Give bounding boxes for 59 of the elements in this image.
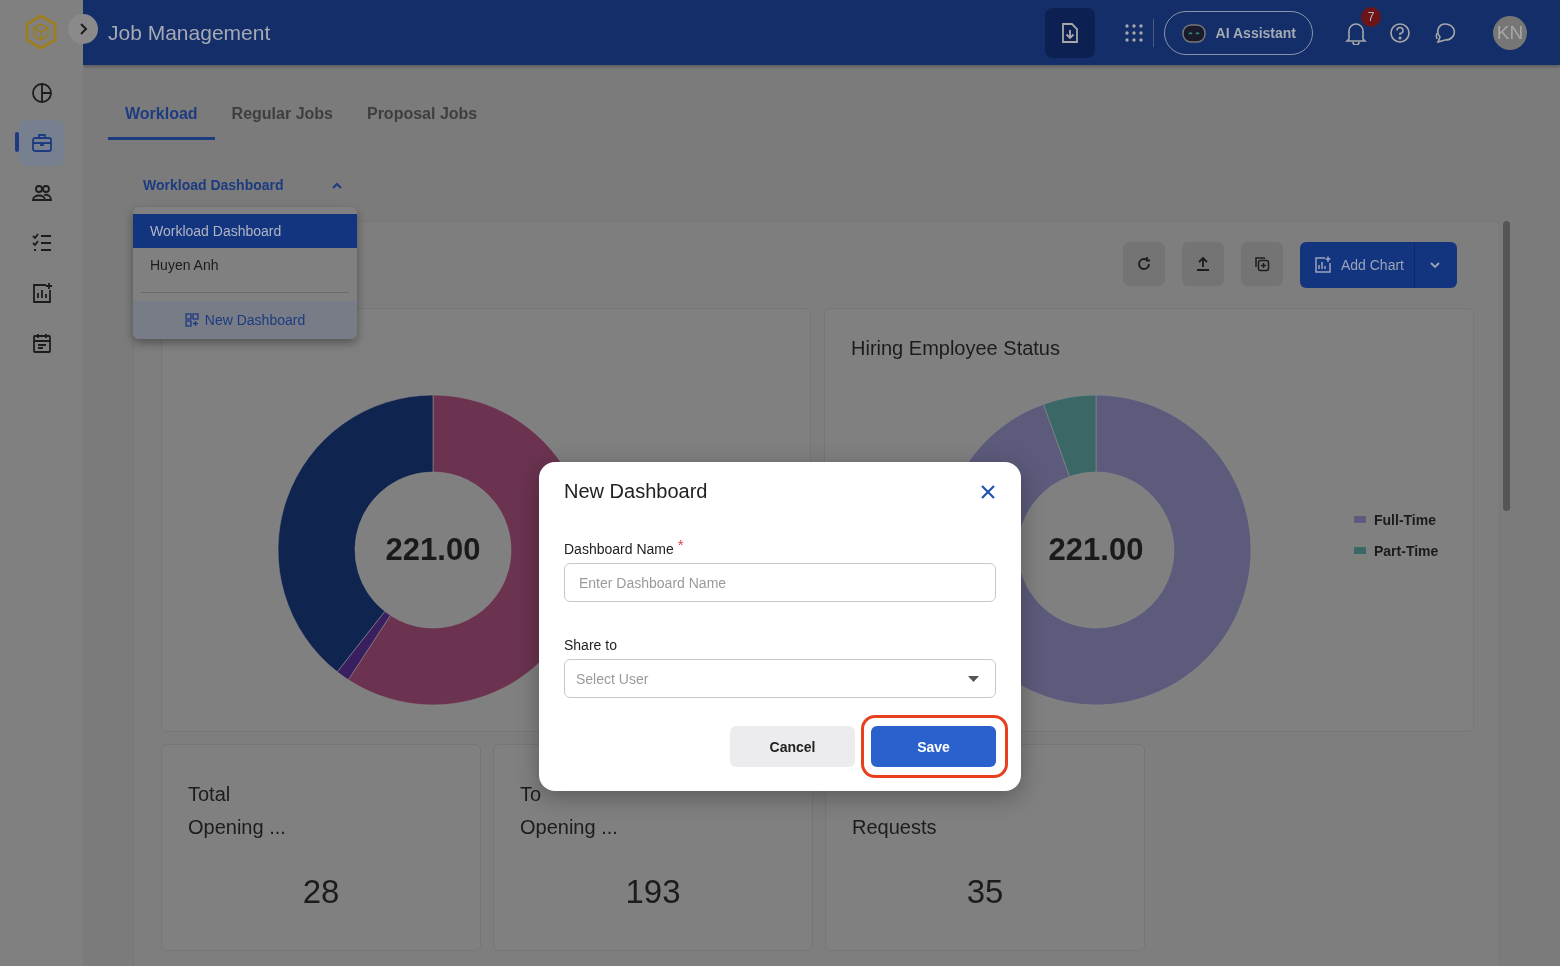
- dialog-title: New Dashboard: [564, 480, 708, 503]
- notification-badge: 7: [1361, 6, 1381, 27]
- add-grid-icon: [184, 313, 199, 327]
- required-mark: *: [677, 536, 684, 553]
- stat-title: To: [520, 782, 543, 806]
- stat-title: Opening ...: [520, 815, 619, 839]
- add-chart-icon: [1313, 256, 1332, 274]
- donut-total: 221.00: [385, 532, 481, 568]
- bell-icon[interactable]: [1345, 20, 1367, 45]
- dashboard-select[interactable]: Workload Dashboard: [143, 173, 343, 197]
- chevron-up-icon: [331, 181, 343, 189]
- close-icon[interactable]: [980, 483, 996, 500]
- refresh-button[interactable]: [1122, 242, 1165, 286]
- tab[interactable]: Regular Jobs: [214, 87, 350, 140]
- chevron-right-icon: [78, 23, 88, 35]
- copy-plus-icon: [1252, 255, 1271, 273]
- app-title: Job Management: [108, 20, 271, 45]
- stat-title: Opening ...: [188, 815, 287, 839]
- add-chart-button[interactable]: Add Chart: [1299, 242, 1457, 288]
- calendar-icon: [30, 332, 53, 354]
- cancel-button[interactable]: Cancel: [730, 726, 855, 767]
- stat-value: 35: [966, 873, 1004, 911]
- briefcase-icon: [30, 132, 53, 154]
- stat-value: 193: [625, 873, 681, 911]
- people-icon: [30, 182, 53, 204]
- download-button[interactable]: [1044, 7, 1095, 58]
- scrollbar[interactable]: [1503, 221, 1510, 511]
- refresh-icon: [1135, 256, 1152, 272]
- chart-title: Hiring Employee Status: [851, 337, 1061, 361]
- menu-item[interactable]: Huyen Anh: [133, 248, 357, 282]
- dashboard-name-field[interactable]: Enter Dashboard Name: [564, 563, 996, 602]
- help-icon[interactable]: [1389, 21, 1411, 44]
- add-chart-icon: [30, 282, 53, 304]
- legend-label: Full-Time: [1374, 511, 1436, 528]
- field-label: Share to: [564, 637, 617, 653]
- expand-button[interactable]: [68, 14, 98, 44]
- donut-total: 221.00: [1048, 532, 1144, 568]
- logo-icon: [25, 14, 57, 50]
- duplicate-button[interactable]: [1240, 242, 1283, 286]
- tab[interactable]: Workload: [108, 87, 215, 140]
- pie-chart-icon: [30, 82, 53, 104]
- stat-value: 28: [302, 873, 340, 911]
- tab[interactable]: Proposal Jobs: [349, 87, 495, 140]
- checklist-icon: [30, 232, 53, 254]
- save-button[interactable]: Save: [871, 726, 996, 767]
- sidebar-item[interactable]: [18, 120, 65, 166]
- dropdown-arrow-icon: [968, 675, 979, 682]
- user-select[interactable]: Select User: [564, 659, 996, 698]
- stat-title: Total: [188, 782, 232, 806]
- upload-icon: [1194, 256, 1211, 272]
- apps-grid-icon[interactable]: [1124, 23, 1143, 42]
- new-dashboard-button[interactable]: New Dashboard: [133, 301, 357, 339]
- field-label: Dashboard Name: [564, 541, 674, 557]
- caret-icon: [1429, 261, 1441, 269]
- stat-title: Requests: [852, 815, 938, 839]
- upload-button[interactable]: [1181, 242, 1224, 286]
- legend-label: Part-Time: [1374, 542, 1439, 559]
- file-download-icon: [1060, 21, 1079, 44]
- menu-item[interactable]: Workload Dashboard: [133, 214, 357, 248]
